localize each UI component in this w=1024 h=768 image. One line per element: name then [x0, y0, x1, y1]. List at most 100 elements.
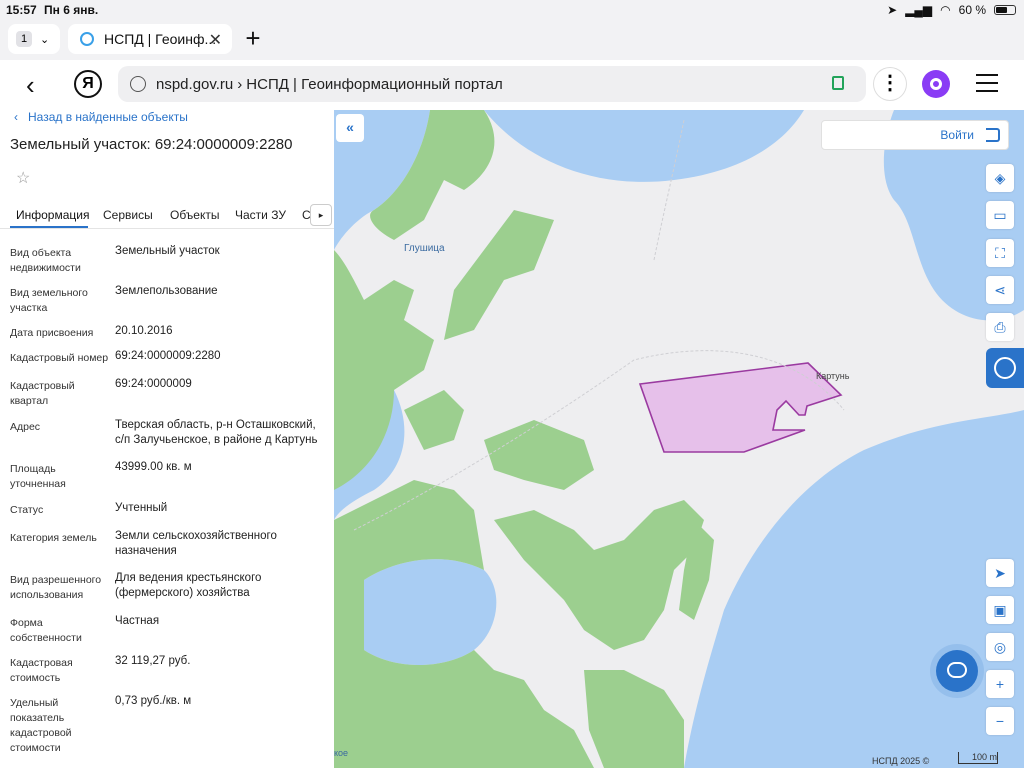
- browser-tab[interactable]: НСПД | Геоинф... ✕: [68, 24, 232, 54]
- info-value: Для ведения крестьянского (фермерского) …: [115, 572, 262, 599]
- close-icon[interactable]: ✕: [209, 30, 222, 50]
- info-key: Категория земель: [10, 532, 97, 544]
- favicon-icon: [80, 32, 94, 46]
- minimap-button[interactable]: ▣: [986, 596, 1014, 624]
- info-value: Учтенный: [115, 502, 168, 514]
- geolocation-button[interactable]: ➤: [986, 559, 1014, 587]
- info-value: 69:24:0000009: [115, 378, 192, 390]
- tab-count: 1: [16, 31, 32, 47]
- print-icon: ⎙: [994, 319, 1006, 335]
- info-value: 69:24:0000009:2280: [115, 350, 221, 362]
- url-separator: ›: [237, 75, 243, 93]
- new-tab-button[interactable]: +: [240, 24, 266, 54]
- tab-parts[interactable]: Части ЗУ: [235, 208, 286, 222]
- info-key: Площадь уточненная: [10, 463, 66, 490]
- login-label: Войти: [940, 128, 974, 142]
- url-bar[interactable]: nspd.gov.ru › НСПД | Геоинформационный п…: [118, 66, 866, 102]
- ruler-button[interactable]: ▭: [986, 201, 1014, 229]
- back-link-label: Назад в найденные объекты: [28, 110, 188, 124]
- info-key: Вид разрешенного использования: [10, 574, 102, 601]
- forest-area: [444, 210, 554, 340]
- info-key: Статус: [10, 504, 44, 516]
- status-time: 15:57: [6, 3, 37, 17]
- signal-icon: ▂▄▆: [905, 3, 933, 17]
- map-label-bottom: кое: [334, 748, 349, 758]
- info-value: Частная: [115, 615, 160, 627]
- info-value: 32 119,27 руб.: [115, 655, 191, 667]
- info-key: Вид земельного участка: [10, 287, 88, 314]
- address-row: ‹ Я nspd.gov.ru › НСПД | Геоинформационн…: [0, 60, 1024, 110]
- tab-objects[interactable]: Объекты: [170, 208, 220, 222]
- tab-switcher-button[interactable]: 1 ⌄: [8, 24, 60, 54]
- tab-title: НСПД | Геоинф...: [104, 31, 217, 47]
- battery-icon: [994, 5, 1016, 15]
- map-label-village: Картунь: [816, 371, 850, 381]
- status-date: Пн 6 янв.: [44, 3, 99, 17]
- ruler-icon: ▭: [993, 207, 1007, 223]
- minimap-icon: ▣: [993, 602, 1007, 618]
- select-area-button[interactable]: ⛶: [986, 239, 1014, 267]
- favorite-star-icon[interactable]: ☆: [16, 168, 30, 188]
- zoom-out-button[interactable]: −: [986, 707, 1014, 735]
- info-key: Кадастровый квартал: [10, 380, 75, 407]
- map-svg: [334, 110, 1024, 768]
- chat-icon: [947, 662, 967, 678]
- nspd-widget-button[interactable]: [986, 348, 1024, 388]
- battery-fill: [996, 7, 1007, 13]
- alice-assistant-button[interactable]: [922, 70, 950, 98]
- nspd-icon: [994, 357, 1016, 379]
- info-key: Удельный показатель кадастровой стоимост…: [10, 697, 72, 754]
- tab-information[interactable]: Информация: [16, 208, 89, 222]
- battery-percent: 60 %: [958, 3, 986, 17]
- map-copyright: НСПД 2025 ©: [872, 756, 930, 766]
- info-value: Землепользование: [115, 285, 218, 297]
- chat-button[interactable]: [936, 650, 978, 692]
- plus-icon: +: [995, 676, 1005, 692]
- collapse-panel-button[interactable]: «: [336, 114, 364, 142]
- lake-area: [484, 110, 804, 182]
- info-value: 0,73 руб./кв. м: [115, 695, 192, 707]
- share-button[interactable]: ⋖: [986, 276, 1014, 304]
- map-scale: 100 m: [958, 752, 998, 764]
- hamburger-menu-button[interactable]: [976, 74, 998, 98]
- url-domain: nspd.gov.ru: [156, 75, 234, 93]
- browser-tabs: 1 ⌄ НСПД | Геоинф... ✕ +: [0, 20, 1024, 60]
- tab-services[interactable]: Сервисы: [103, 208, 153, 222]
- object-title: Земельный участок: 69:24:0000009:2280: [10, 136, 293, 153]
- wifi-icon: ◠: [940, 3, 951, 17]
- info-value: 20.10.2016: [115, 325, 173, 337]
- tabs-scroll-right-button[interactable]: ▸: [310, 204, 332, 226]
- layers-button[interactable]: ◈: [986, 164, 1014, 192]
- info-key: Дата присвоения: [10, 327, 94, 339]
- layers-icon: ◈: [994, 170, 1006, 186]
- back-button[interactable]: ‹: [26, 70, 35, 101]
- lock-icon[interactable]: [832, 76, 844, 90]
- tabs-divider: [0, 228, 334, 229]
- page-title: НСПД | Геоинформационный портал: [246, 75, 503, 93]
- back-to-results-link[interactable]: ‹ Назад в найденные объекты: [14, 110, 188, 124]
- info-value: Земельный участок: [115, 245, 220, 257]
- globe-icon: [130, 76, 146, 92]
- info-value: Тверская область, р-н Осташковский, с/п …: [115, 419, 318, 446]
- info-key: Вид объекта недвижимости: [10, 247, 81, 274]
- info-key: Форма собственности: [10, 617, 82, 644]
- chevron-down-icon: ⌄: [40, 33, 50, 46]
- login-button[interactable]: Войти: [821, 120, 1009, 150]
- print-button[interactable]: ⎙: [986, 313, 1014, 341]
- search-location-button[interactable]: ◎: [986, 633, 1014, 661]
- forest-area: [494, 500, 704, 650]
- map-canvas[interactable]: [334, 110, 1024, 768]
- lake-area: [684, 410, 1024, 768]
- panel-tabs: Информация Сервисы Объекты Части ЗУ С ▸: [0, 204, 334, 228]
- forest-area: [484, 420, 594, 490]
- login-icon: [986, 128, 1000, 142]
- forest-area: [584, 670, 684, 768]
- zoom-in-button[interactable]: +: [986, 670, 1014, 698]
- more-menu-button[interactable]: ⋮: [874, 68, 906, 100]
- info-key: Кадастровая стоимость: [10, 657, 73, 684]
- yandex-logo-button[interactable]: Я: [74, 70, 102, 98]
- location-icon: ➤: [887, 3, 898, 17]
- status-bar: 15:57 Пн 6 янв. ➤ ▂▄▆ ◠ 60 %: [0, 0, 1024, 20]
- info-key: Адрес: [10, 421, 41, 433]
- info-key: Кадастровый номер: [10, 352, 109, 364]
